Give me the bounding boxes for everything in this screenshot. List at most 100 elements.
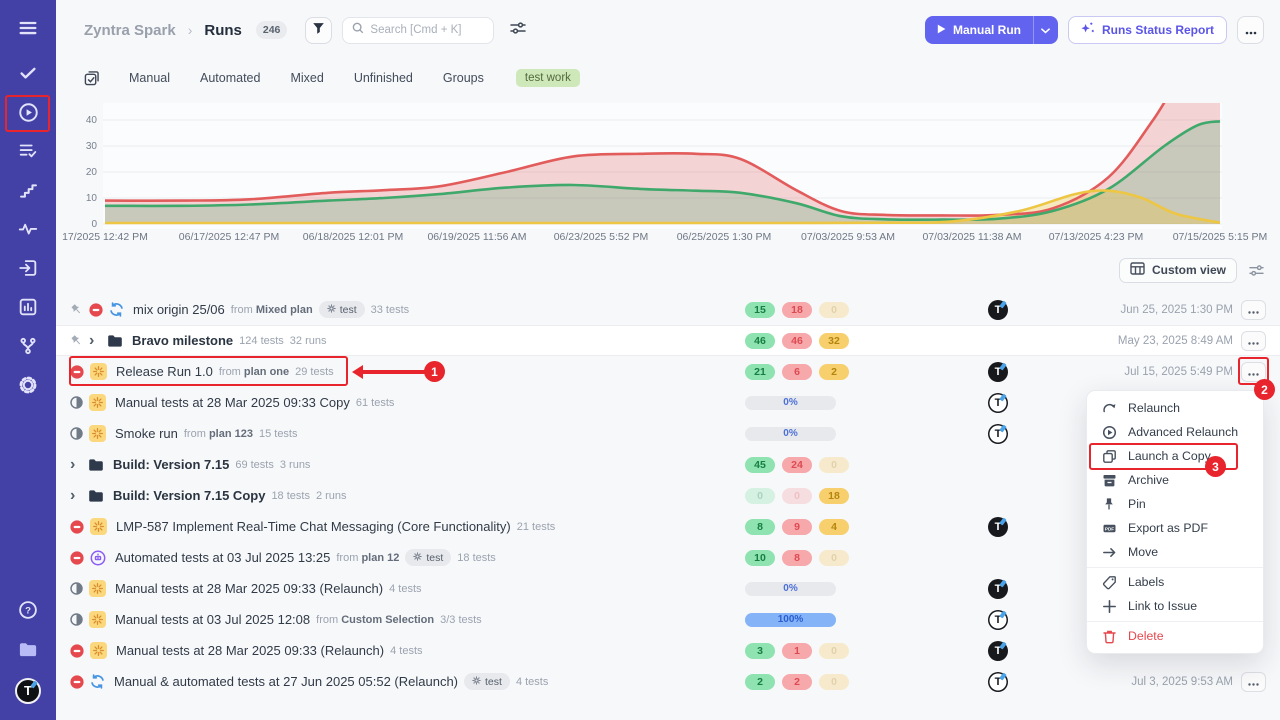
menu-item-label: Labels — [1128, 575, 1164, 589]
sidebar-item-test-cases[interactable] — [8, 134, 48, 173]
sidebar-item-reports[interactable] — [8, 290, 48, 329]
run-title[interactable]: Release Run 1.0 — [116, 364, 213, 379]
row-more-button[interactable] — [1241, 362, 1266, 382]
sidebar-item-user-avatar[interactable]: T — [8, 671, 48, 710]
assignee-avatar[interactable]: T — [988, 517, 1008, 537]
menu-item-archive[interactable]: Archive — [1087, 468, 1263, 492]
row-more-button[interactable] — [1241, 331, 1266, 351]
menu-item-relaunch[interactable]: Relaunch — [1087, 396, 1263, 420]
tab-unfinished[interactable]: Unfinished — [354, 71, 413, 85]
progress-bar: 100% — [745, 613, 836, 627]
search-box[interactable] — [342, 17, 494, 44]
chevron-down-icon — [1041, 23, 1050, 37]
run-date: Jul 3, 2025 9:53 AM — [1131, 676, 1233, 688]
select-runs-icon[interactable] — [84, 71, 99, 86]
run-row[interactable]: mix origin 25/06from Mixed plantest33 te… — [56, 294, 1280, 325]
run-title[interactable]: Manual tests at 28 Mar 2025 09:33 Copy — [115, 395, 350, 410]
run-title[interactable]: Manual tests at 03 Jul 2025 12:08 — [115, 612, 310, 627]
active-filter-tag[interactable]: test work — [516, 69, 580, 87]
passed-count-badge: 8 — [745, 519, 775, 535]
menu-item-link-to-issue[interactable]: Link to Issue — [1087, 594, 1263, 618]
x-axis-tick: 06/19/2025 11:56 AM — [427, 231, 526, 243]
run-date: Jul 15, 2025 5:49 PM — [1124, 366, 1233, 378]
menu-item-launch-a-copy[interactable]: Launch a Copy — [1087, 444, 1263, 468]
menu-item-pin[interactable]: Pin — [1087, 492, 1263, 516]
tag-pill[interactable]: test — [405, 549, 451, 566]
pin-icon — [1101, 497, 1117, 511]
sidebar-item-inbox[interactable] — [8, 251, 48, 290]
breadcrumb-project[interactable]: Zyntra Spark — [84, 22, 176, 39]
run-row[interactable]: Release Run 1.0from plan one29 tests2162… — [56, 356, 1280, 387]
manual-run-dropdown[interactable] — [1033, 16, 1058, 44]
tests-count: 124 tests — [239, 335, 284, 347]
run-title[interactable]: Smoke run — [115, 426, 178, 441]
folder-row[interactable]: ›Bravo milestone124 tests32 runs464632Ma… — [56, 325, 1280, 356]
sidebar-item-runs-play[interactable] — [8, 95, 48, 134]
tab-manual[interactable]: Manual — [129, 71, 170, 85]
run-title[interactable]: Build: Version 7.15 — [113, 457, 229, 472]
inbox-icon — [17, 257, 39, 284]
failed-count-badge: 18 — [782, 302, 812, 318]
automated-run-icon — [90, 550, 106, 566]
projects-folder-icon — [17, 639, 40, 665]
assignee-avatar[interactable]: T — [988, 672, 1008, 692]
manual-run-split-button[interactable]: Manual Run — [925, 16, 1058, 44]
assignee-avatar[interactable]: T — [988, 424, 1008, 444]
expand-chevron-icon[interactable]: › — [70, 489, 82, 503]
menu-item-move[interactable]: Move — [1087, 540, 1263, 564]
assignee-avatar[interactable]: T — [988, 641, 1008, 661]
folder-icon — [88, 489, 104, 503]
menu-item-labels[interactable]: Labels — [1087, 570, 1263, 594]
assignee-avatar[interactable]: T — [988, 362, 1008, 382]
run-row[interactable]: Manual & automated tests at 27 Jun 2025 … — [56, 666, 1280, 697]
sidebar-item-steps[interactable] — [8, 173, 48, 212]
search-input[interactable] — [370, 24, 484, 36]
assignee-avatar[interactable]: T — [988, 579, 1008, 599]
assignee-avatar[interactable]: T — [988, 300, 1008, 320]
untested-count-badge: 4 — [819, 519, 849, 535]
sidebar-item-projects-folder[interactable] — [8, 632, 48, 671]
custom-view-label: Custom view — [1152, 263, 1226, 277]
play-icon — [937, 23, 946, 37]
run-title[interactable]: Build: Version 7.15 Copy — [113, 488, 265, 503]
assignee-avatar[interactable]: T — [988, 610, 1008, 630]
row-more-button[interactable] — [1241, 672, 1266, 692]
run-title[interactable]: Manual tests at 28 Mar 2025 09:33 (Relau… — [116, 643, 384, 658]
tab-mixed[interactable]: Mixed — [290, 71, 323, 85]
run-title[interactable]: mix origin 25/06 — [133, 302, 225, 317]
sidebar-item-menu[interactable] — [8, 10, 48, 50]
tab-automated[interactable]: Automated — [200, 71, 260, 85]
runs-status-report-button[interactable]: Runs Status Report — [1068, 16, 1227, 44]
sidebar-item-settings-gear[interactable] — [8, 368, 48, 407]
assignee-avatar[interactable]: T — [988, 393, 1008, 413]
expand-chevron-icon[interactable]: › — [70, 458, 82, 472]
run-title[interactable]: Manual tests at 28 Mar 2025 09:33 (Relau… — [115, 581, 383, 596]
ellipsis-icon — [1248, 333, 1259, 348]
menu-item-export-as-pdf[interactable]: PDFExport as PDF — [1087, 516, 1263, 540]
sidebar-item-workflow[interactable] — [8, 329, 48, 368]
sidebar-item-help[interactable]: ? — [8, 593, 48, 632]
display-settings-icon[interactable] — [1249, 264, 1264, 277]
archive-icon — [1101, 473, 1117, 488]
search-settings-icon[interactable] — [510, 21, 526, 40]
user-avatar[interactable]: T — [15, 678, 41, 704]
run-title[interactable]: Automated tests at 03 Jul 2025 13:25 — [115, 550, 330, 565]
run-title[interactable]: LMP-587 Implement Real-Time Chat Messagi… — [116, 519, 511, 534]
header-more-button[interactable] — [1237, 16, 1264, 44]
row-more-button[interactable] — [1241, 300, 1266, 320]
sidebar-item-tasks-check[interactable] — [8, 56, 48, 95]
untested-count-badge: 2 — [819, 364, 849, 380]
menu-item-label: Pin — [1128, 497, 1146, 511]
filter-button[interactable] — [305, 17, 332, 44]
custom-view-button[interactable]: Custom view — [1119, 258, 1237, 283]
expand-chevron-icon[interactable]: › — [89, 334, 101, 348]
menu-item-delete[interactable]: Delete — [1087, 624, 1263, 648]
run-title[interactable]: Manual & automated tests at 27 Jun 2025 … — [114, 674, 458, 689]
tab-groups[interactable]: Groups — [443, 71, 484, 85]
run-title[interactable]: Bravo milestone — [132, 333, 233, 348]
sidebar-item-activity[interactable] — [8, 212, 48, 251]
tag-pill[interactable]: test — [319, 301, 365, 318]
menu-item-advanced-relaunch[interactable]: Advanced Relaunch — [1087, 420, 1263, 444]
tag-pill[interactable]: test — [464, 673, 510, 690]
runs-play-icon — [17, 101, 40, 129]
